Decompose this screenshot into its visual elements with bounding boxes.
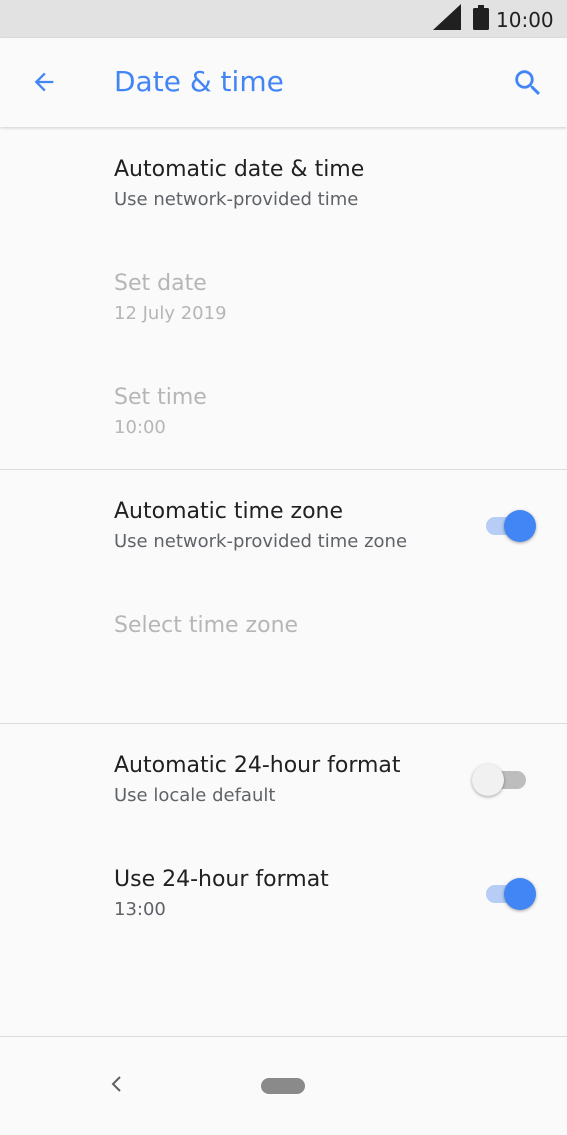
use-24-hour-title: Use 24-hour format <box>114 867 329 892</box>
cell-signal-icon <box>433 4 461 30</box>
section-divider <box>0 723 567 724</box>
battery-icon <box>473 5 489 30</box>
use-24-hour-switch[interactable] <box>482 876 538 912</box>
set-time-title: Set time <box>114 385 207 410</box>
section-divider <box>0 469 567 470</box>
auto-date-time-summary: Use network-provided time <box>114 189 359 210</box>
switch-thumb <box>504 510 536 542</box>
switch-thumb <box>504 878 536 910</box>
status-bar: 10:00 <box>0 0 567 38</box>
select-time-zone-setting: Select time zone <box>0 612 567 644</box>
page-title: Date & time <box>114 65 284 98</box>
set-date-summary: 12 July 2019 <box>114 303 227 324</box>
arrow-back-icon <box>34 72 54 92</box>
auto-time-zone-title: Automatic time zone <box>114 499 344 524</box>
system-nav-bar <box>0 1036 567 1135</box>
set-time-setting: Set time 10:00 <box>0 384 567 444</box>
set-date-setting: Set date 12 July 2019 <box>0 270 567 330</box>
home-pill-icon[interactable] <box>261 1078 305 1094</box>
search-icon <box>515 70 541 96</box>
use-24-hour-summary: 13:00 <box>114 899 166 920</box>
auto-24-hour-summary: Use locale default <box>114 785 276 806</box>
set-time-summary: 10:00 <box>114 417 166 438</box>
search-button[interactable] <box>510 65 546 101</box>
select-time-zone-title: Select time zone <box>114 613 299 638</box>
set-date-title: Set date <box>114 271 207 296</box>
app-bar: Date & time <box>0 38 567 127</box>
auto-date-time-setting[interactable]: Automatic date & time Use network-provid… <box>0 156 567 216</box>
auto-date-time-title: Automatic date & time <box>114 157 365 182</box>
auto-time-zone-switch[interactable] <box>482 508 538 544</box>
nav-back-button[interactable] <box>106 1073 126 1095</box>
auto-24-hour-title: Automatic 24-hour format <box>114 753 401 778</box>
back-button[interactable] <box>26 64 62 100</box>
nav-back-icon <box>111 1076 121 1092</box>
auto-24-hour-switch[interactable] <box>472 762 538 798</box>
switch-thumb <box>472 764 504 796</box>
auto-time-zone-summary: Use network-provided time zone <box>114 531 408 552</box>
status-clock: 10:00 <box>496 8 554 32</box>
